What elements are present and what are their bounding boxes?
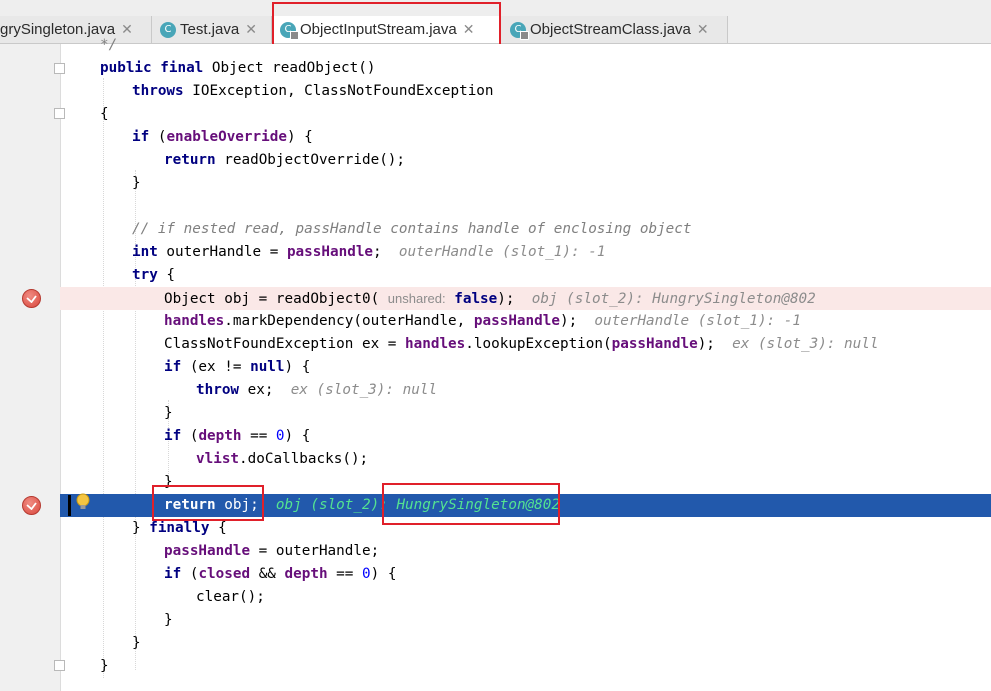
code-line: vlist.doCallbacks(); bbox=[196, 451, 369, 467]
code-line: try { bbox=[132, 267, 176, 283]
code-line: if (depth == 0) { bbox=[164, 428, 311, 444]
code-line: clear(); bbox=[196, 589, 265, 605]
code-line: } bbox=[132, 635, 141, 651]
code-line: ClassNotFoundException ex = handles.look… bbox=[164, 336, 879, 352]
code-line: int outerHandle = passHandle; outerHandl… bbox=[132, 244, 606, 260]
code-line: if (ex != null) { bbox=[164, 359, 311, 375]
code-line: } bbox=[132, 175, 141, 191]
code-line: // if nested read, passHandle contains h… bbox=[132, 221, 692, 237]
code-line: { bbox=[100, 106, 109, 122]
debug-inline-value: obj (slot_2): HungrySingleton@802 bbox=[531, 291, 816, 307]
debug-inline-value: ex (slot_3): null bbox=[732, 336, 879, 352]
breakpoint-icon[interactable] bbox=[22, 496, 41, 515]
debug-inline-value: outerHandle (slot_1): -1 bbox=[398, 244, 606, 260]
breakpoint-icon[interactable] bbox=[22, 289, 41, 308]
code-line: throws IOException, ClassNotFoundExcepti… bbox=[132, 83, 494, 99]
debug-inline-value: ex (slot_3): null bbox=[290, 382, 438, 398]
breakpoint-line: Object obj = readObject0( unshared: fals… bbox=[60, 287, 991, 310]
lightbulb-icon[interactable] bbox=[76, 493, 90, 512]
debug-inline-value: obj (slot_2): bbox=[275, 497, 397, 513]
editor-gutter[interactable] bbox=[0, 44, 61, 691]
code-line: return readObjectOverride(); bbox=[164, 152, 406, 168]
code-line: */ bbox=[100, 37, 118, 53]
code-line: passHandle = outerHandle; bbox=[164, 543, 380, 559]
code-editor[interactable]: */ public final Object readObject() thro… bbox=[0, 37, 991, 691]
code-line: public final Object readObject() bbox=[100, 60, 376, 76]
text-cursor bbox=[68, 495, 71, 516]
code-line: } bbox=[100, 658, 109, 674]
code-line: } bbox=[164, 612, 173, 628]
code-line: } bbox=[164, 405, 173, 421]
code-line: if (closed && depth == 0) { bbox=[164, 566, 397, 582]
debug-inline-value: outerHandle (slot_1): -1 bbox=[594, 313, 801, 329]
code-line: if (enableOverride) { bbox=[132, 129, 313, 145]
code-line: handles.markDependency(outerHandle, pass… bbox=[164, 313, 801, 329]
highlight-box-return bbox=[152, 485, 264, 521]
highlight-box-value bbox=[382, 483, 560, 525]
parameter-hint: unshared: bbox=[387, 291, 446, 306]
code-line: throw ex; ex (slot_3): null bbox=[196, 382, 438, 398]
